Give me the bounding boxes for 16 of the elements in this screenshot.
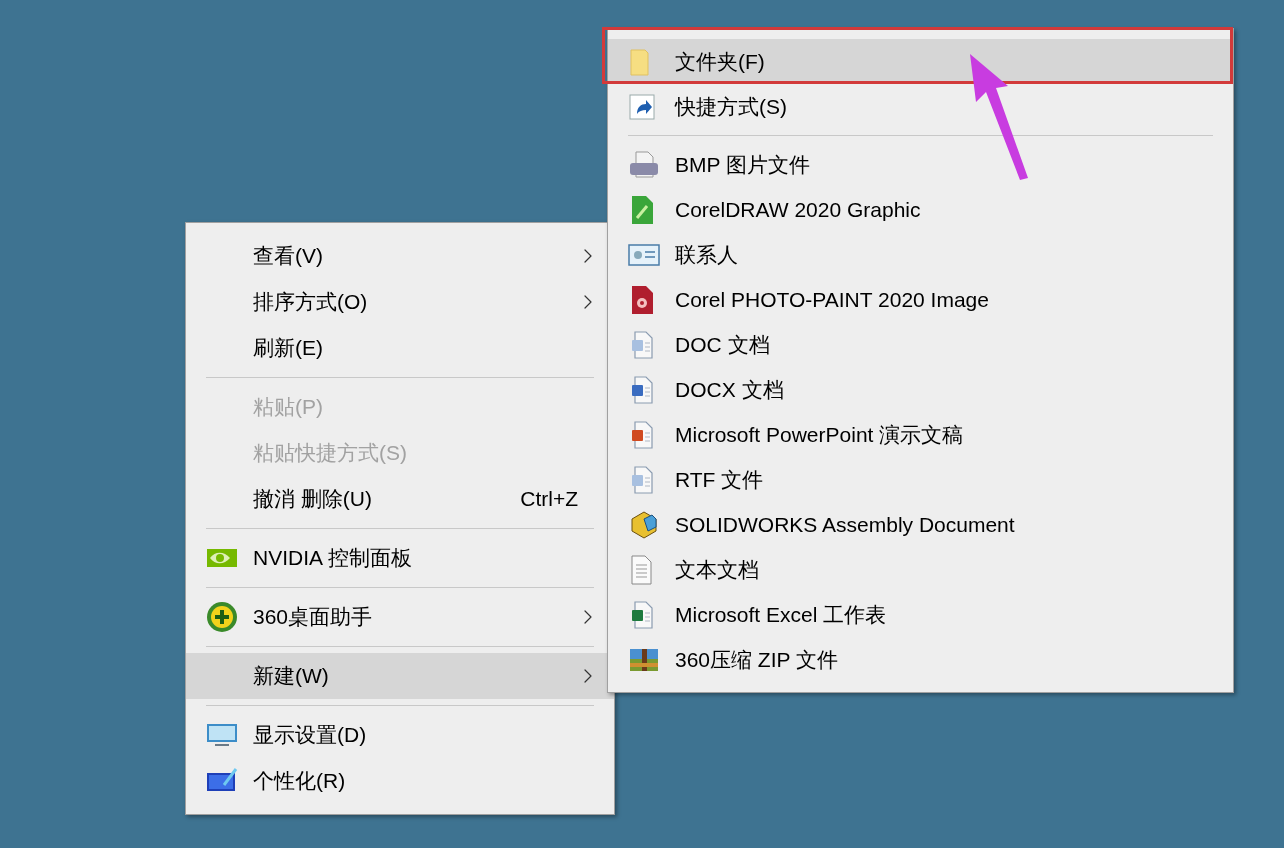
menu-item[interactable]: 快捷方式(S) <box>608 84 1233 129</box>
shortcut-text: Ctrl+Z <box>520 486 578 513</box>
menu-item[interactable]: CorelDRAW 2020 Graphic <box>608 187 1233 232</box>
monitor-icon <box>206 722 238 748</box>
menu-item[interactable]: 新建(W) <box>186 653 614 699</box>
menu-item[interactable]: Corel PHOTO-PAINT 2020 Image <box>608 277 1233 322</box>
contact-card-icon <box>628 242 660 267</box>
plus-circle-icon <box>206 601 238 633</box>
image-file-icon <box>628 149 660 180</box>
menu-item[interactable]: 显示设置(D) <box>186 712 614 758</box>
menu-item[interactable]: 个性化(R) <box>186 758 614 804</box>
text-file-icon <box>628 553 654 586</box>
menu-item[interactable]: Microsoft Excel 工作表 <box>608 592 1233 637</box>
eye-logo-icon <box>206 546 238 570</box>
menu-item[interactable]: 文本文档 <box>608 547 1233 592</box>
menu-item[interactable]: 联系人 <box>608 232 1233 277</box>
